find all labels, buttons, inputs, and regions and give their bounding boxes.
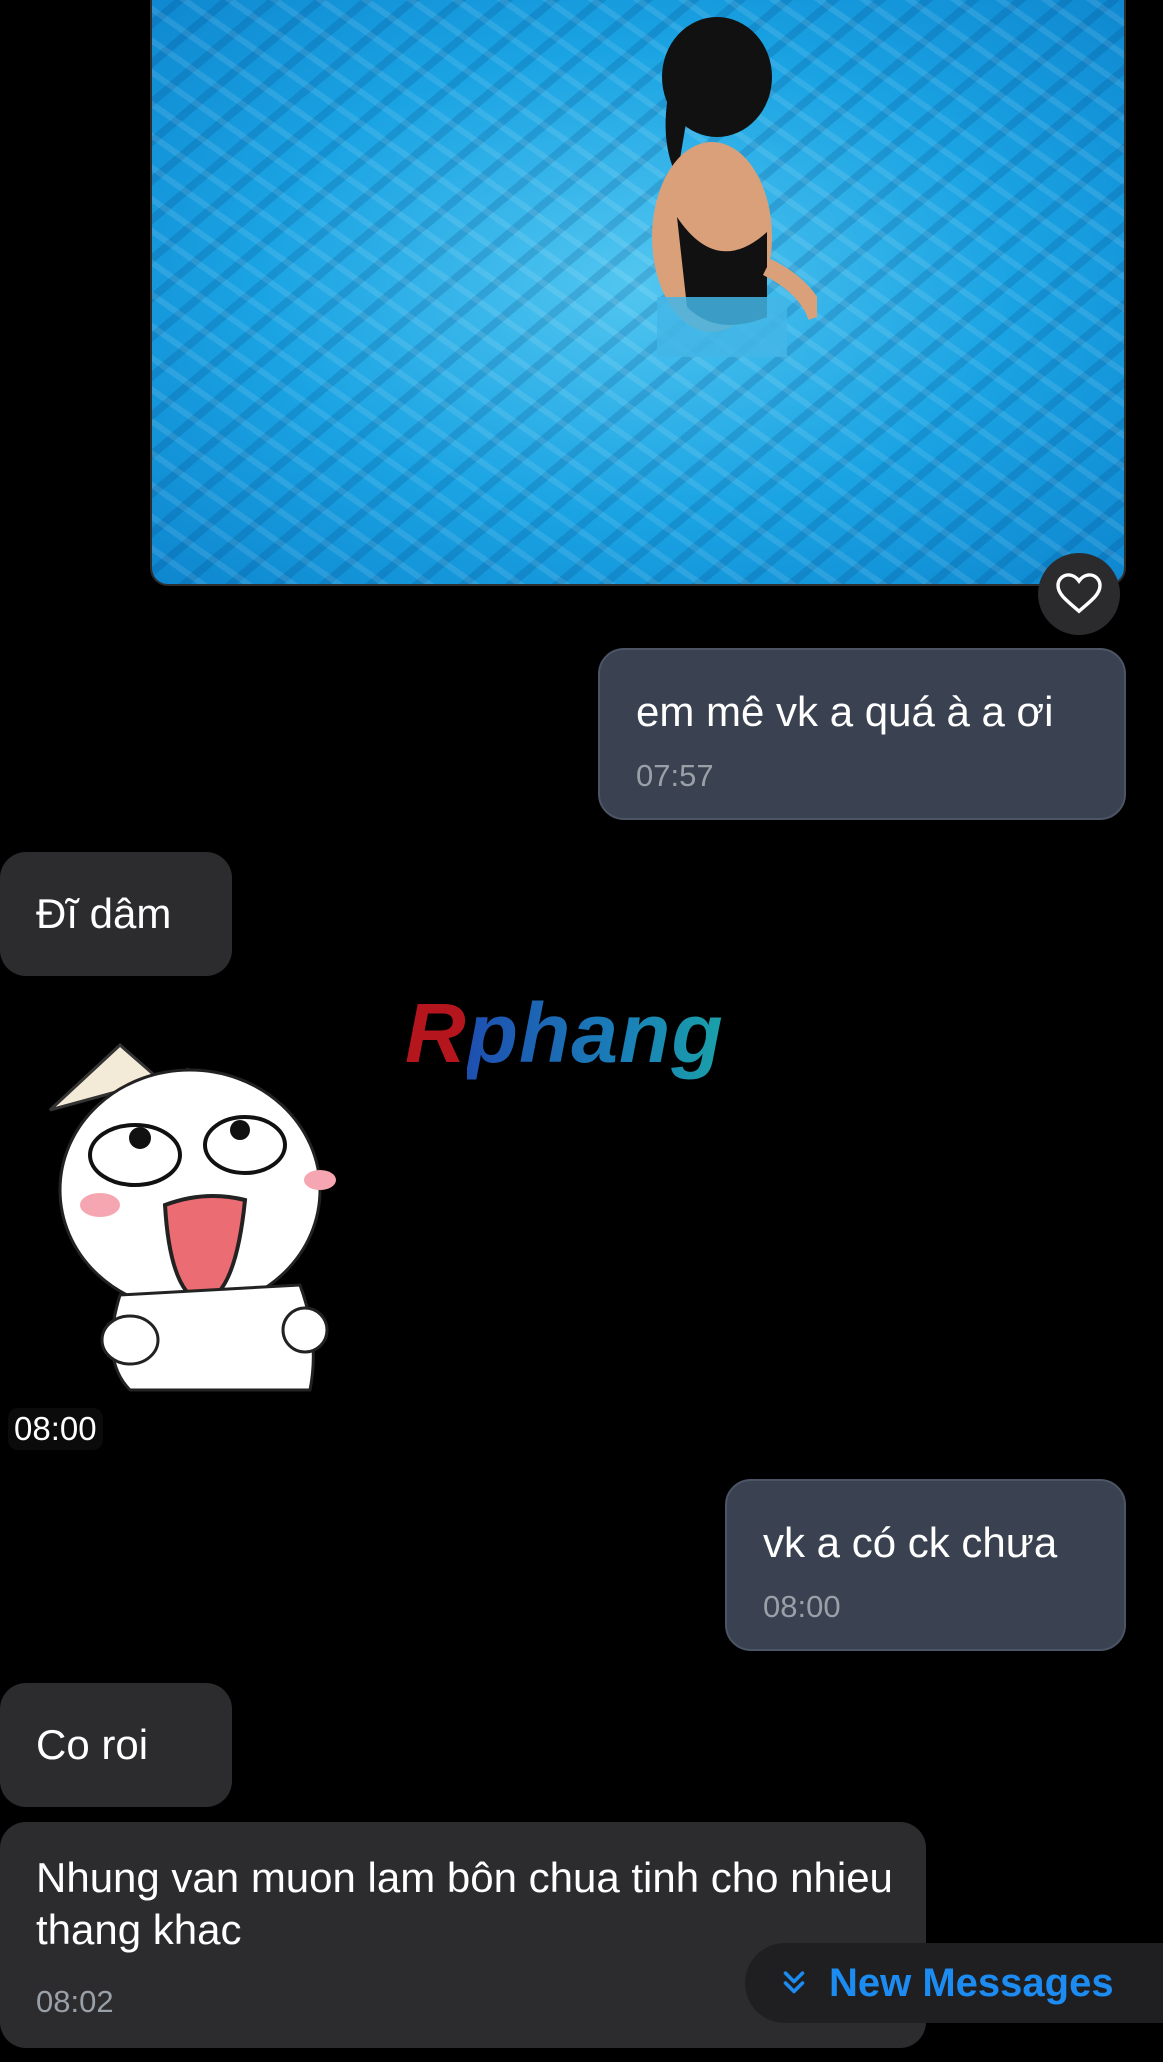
message-text: Đĩ dâm (36, 890, 172, 937)
sticker-image[interactable] (40, 1040, 360, 1395)
incoming-message[interactable]: Đĩ dâm (0, 852, 232, 976)
like-button[interactable] (1038, 553, 1120, 635)
photo-message[interactable] (150, 0, 1126, 586)
watermark-logo: Rphang (405, 986, 724, 1080)
message-time: 08:02 (36, 1984, 114, 2019)
heart-icon (1056, 573, 1102, 614)
double-chevron-down-icon (783, 1971, 805, 1994)
swimmer-figure (652, 17, 817, 357)
outgoing-message[interactable]: vk a có ck chưa 08:00 (725, 1479, 1126, 1651)
message-text: Nhung van muon lam bôn chua tinh cho nhi… (36, 1854, 893, 1953)
message-text: em mê vk a quá à a ơi (636, 688, 1054, 735)
message-time: 07:57 (636, 758, 714, 793)
message-text: vk a có ck chưa (763, 1519, 1058, 1566)
new-messages-button[interactable]: New Messages (745, 1943, 1163, 2023)
incoming-message[interactable]: Co roi (0, 1683, 232, 1807)
new-messages-label: New Messages (829, 1960, 1114, 2005)
outgoing-message[interactable]: em mê vk a quá à a ơi 07:57 (598, 648, 1126, 820)
message-time: 08:00 (763, 1589, 841, 1624)
message-text: Co roi (36, 1721, 149, 1768)
sticker-time: 08:00 (8, 1408, 103, 1450)
